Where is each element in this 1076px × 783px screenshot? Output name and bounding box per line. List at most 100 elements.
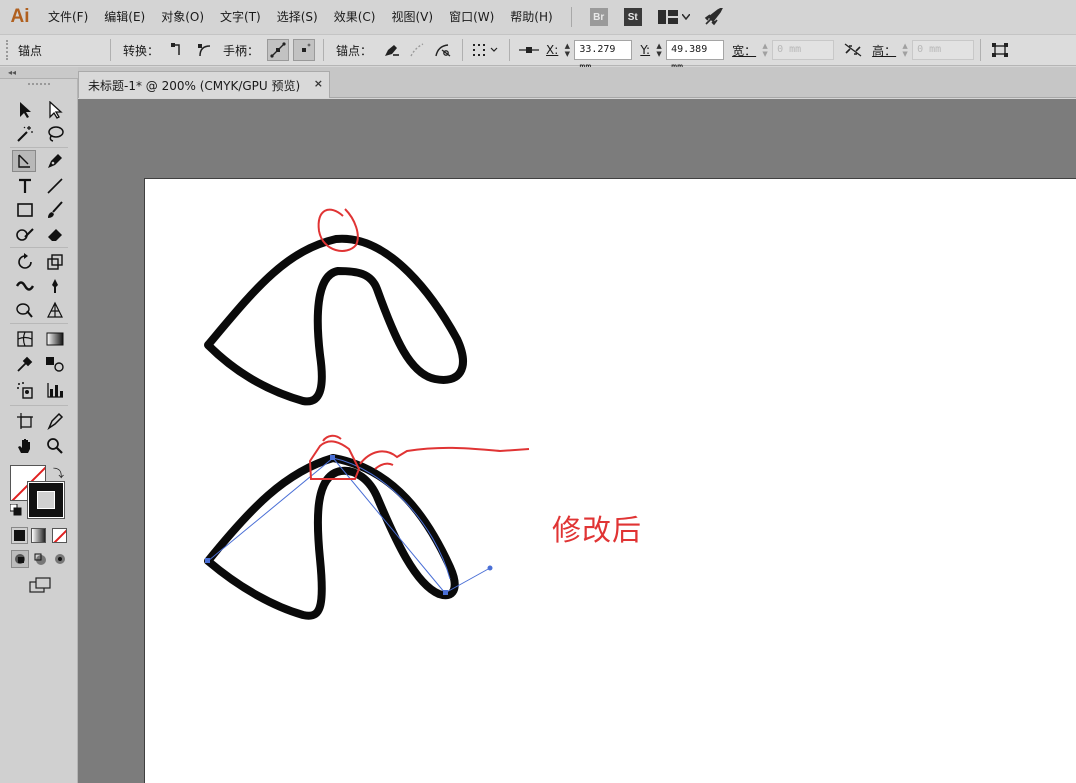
artwork (204, 208, 530, 620)
draw-normal-icon[interactable] (11, 550, 29, 568)
bridge-button[interactable]: Br (589, 8, 608, 26)
symbol-sprayer-icon[interactable] (13, 379, 37, 401)
draw-behind-icon[interactable] (31, 550, 49, 568)
selection-type-label: 锚点 (18, 43, 43, 58)
artboard-icon[interactable] (13, 410, 37, 432)
pen-icon[interactable] (43, 150, 67, 172)
swap-fill-stroke-icon[interactable]: ⤵ (53, 465, 64, 481)
toolbox-separator (10, 147, 68, 148)
chevron-down-icon (681, 14, 690, 20)
modified-path[interactable] (204, 454, 459, 620)
show-handles-icon[interactable] (267, 39, 290, 61)
menu-effect[interactable]: 效果(C) (326, 0, 384, 34)
toolbox-separator (10, 323, 68, 324)
shape-builder-icon[interactable] (13, 299, 37, 321)
original-path[interactable] (204, 234, 467, 406)
convert-to-corner-icon[interactable] (167, 39, 189, 61)
slice-icon[interactable] (43, 410, 67, 432)
constrain-proportions-icon[interactable] (842, 39, 864, 61)
control-separator (110, 39, 111, 61)
cut-path-icon[interactable] (432, 39, 454, 61)
width-label: 宽： (732, 43, 757, 58)
magic-wand-icon[interactable] (13, 123, 37, 145)
toolbox-grip[interactable] (28, 83, 50, 87)
gradient-icon[interactable] (43, 328, 67, 350)
menu-edit[interactable]: 编辑(E) (96, 0, 153, 34)
rectangle-icon[interactable] (13, 199, 37, 221)
zoom-icon[interactable] (43, 435, 67, 457)
height-label: 高： (872, 43, 897, 58)
convert-to-smooth-icon[interactable] (193, 39, 215, 61)
toolbox-collapse-button[interactable]: ◂◂ (0, 67, 78, 79)
handles-label: 手柄： (223, 43, 260, 58)
menu-bar: Ai 文件(F) 编辑(E) 对象(O) 文字(T) 选择(S) 效果(C) 视… (0, 0, 1076, 34)
height-stepper[interactable]: ▲ ▼ (898, 40, 912, 60)
rotate-icon[interactable] (13, 251, 37, 273)
width-stepper[interactable]: ▲ ▼ (758, 40, 772, 60)
control-bar: 锚点 转换： 手柄： 锚点： X: ▲ ▼ 33.279 Y: ▲ ▼ 49.3… (0, 34, 1076, 73)
document-tab-bar: 未标题-1* @ 200% (CMYK/GPU 预览) × (78, 67, 1076, 98)
menu-help[interactable]: 帮助(H) (502, 0, 560, 34)
x-stepper[interactable]: ▲ ▼ (560, 40, 574, 60)
menu-object[interactable]: 对象(O) (153, 0, 212, 34)
selection-icon[interactable] (13, 99, 37, 121)
close-tab-icon[interactable]: × (314, 77, 323, 90)
hide-handles-icon[interactable] (293, 39, 316, 61)
menu-view[interactable]: 视图(V) (383, 0, 441, 34)
align-options-icon[interactable] (471, 39, 501, 61)
stock-button[interactable]: St (623, 8, 642, 26)
canvas-area[interactable]: 修改后 (78, 99, 1076, 783)
toolbox: ⤵ (0, 79, 78, 783)
document-tab[interactable]: 未标题-1* @ 200% (CMYK/GPU 预览) × (78, 71, 330, 98)
type-icon[interactable] (13, 175, 37, 197)
perspective-grid-icon[interactable] (43, 299, 67, 321)
default-colors-icon[interactable] (9, 503, 22, 516)
stroke-swatch[interactable] (27, 481, 65, 519)
workspace-switcher[interactable] (657, 10, 690, 24)
width-field[interactable]: 0 mm (772, 40, 835, 60)
color-mode-none[interactable] (52, 528, 67, 543)
control-separator (323, 39, 325, 61)
remove-anchor-icon[interactable] (380, 39, 402, 61)
control-separator (462, 39, 464, 61)
rocket-icon[interactable] (704, 8, 724, 26)
x-field[interactable]: 33.279 mm (574, 40, 633, 73)
illustrator-window: Ai 文件(F) 编辑(E) 对象(O) 文字(T) 选择(S) 效果(C) 视… (0, 0, 1076, 783)
connect-anchors-icon[interactable] (406, 39, 428, 61)
hand-icon[interactable] (13, 435, 37, 457)
y-field[interactable]: 49.389 mm (666, 40, 725, 73)
toolbox-separator (10, 405, 68, 406)
menu-file[interactable]: 文件(F) (40, 0, 96, 34)
menu-type[interactable]: 文字(T) (212, 0, 269, 34)
column-graph-icon[interactable] (43, 379, 67, 401)
height-field[interactable]: 0 mm (912, 40, 975, 60)
workspace-icon (657, 10, 678, 24)
width-icon[interactable] (13, 275, 37, 297)
control-separator (509, 39, 511, 61)
color-mode-gradient[interactable] (31, 528, 46, 543)
screen-mode-icon[interactable] (28, 576, 52, 594)
scale-icon[interactable] (43, 251, 67, 273)
eraser-icon[interactable] (43, 223, 67, 245)
reference-point-icon[interactable] (518, 39, 540, 61)
menu-window[interactable]: 窗口(W) (441, 0, 502, 34)
line-icon[interactable] (43, 175, 67, 197)
toolbox-separator (10, 247, 68, 248)
blend-icon[interactable] (43, 353, 67, 375)
mesh-icon[interactable] (13, 328, 37, 350)
shaper-icon[interactable] (13, 223, 37, 245)
y-stepper[interactable]: ▲ ▼ (652, 40, 666, 60)
eyedropper-icon[interactable] (13, 353, 37, 375)
puppet-warp-icon[interactable] (43, 275, 67, 297)
draw-inside-icon[interactable] (51, 550, 69, 568)
anchor-point-icon[interactable] (12, 150, 36, 172)
transform-icon[interactable] (989, 39, 1011, 61)
artboard[interactable]: 修改后 (144, 178, 1076, 783)
lasso-icon[interactable] (43, 123, 67, 145)
paintbrush-icon[interactable] (43, 199, 67, 221)
direct-selection-icon[interactable] (43, 99, 67, 121)
menu-select[interactable]: 选择(S) (269, 0, 326, 34)
red-leader-line (359, 446, 530, 470)
color-mode-fill[interactable] (11, 527, 28, 544)
control-separator (980, 39, 982, 61)
